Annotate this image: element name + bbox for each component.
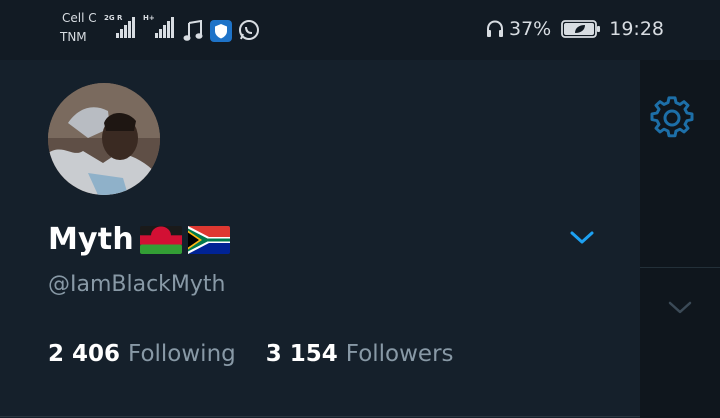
- south-africa-flag: [187, 225, 230, 254]
- network-type-1: 2G R: [104, 14, 123, 22]
- panel-divider: [640, 267, 720, 268]
- shield-app-icon: [210, 20, 232, 42]
- clock: 19:28: [609, 18, 664, 40]
- carrier-info: Cell C TNM: [60, 11, 97, 45]
- chevron-down-icon[interactable]: [666, 298, 694, 316]
- malawi-flag: [139, 225, 182, 254]
- background-panel: [640, 60, 720, 418]
- account-switcher-chevron-icon[interactable]: [566, 225, 598, 249]
- follow-stats: 2 406 Following 3 154 Followers: [48, 341, 454, 367]
- following-count: 2 406: [48, 341, 121, 367]
- status-bar: Cell C TNM 2G R H+ 37% 19:28: [0, 0, 720, 60]
- battery-percent: 37%: [509, 18, 552, 40]
- music-note-icon: [183, 20, 203, 41]
- headphones-icon: [487, 20, 503, 37]
- settings-gear-icon[interactable]: [650, 96, 694, 140]
- whatsapp-icon: [239, 20, 259, 40]
- carrier-name-2: TNM: [60, 30, 87, 44]
- followers-label: Followers: [345, 341, 454, 367]
- profile-drawer: Myth @IamBlackMyth 2 406 Following 3 154 F…: [0, 60, 640, 418]
- followers-link[interactable]: 3 154 Followers: [266, 341, 454, 367]
- signal-icon-2: H+: [143, 14, 175, 38]
- followers-count: 3 154: [265, 341, 338, 367]
- divider: [0, 416, 640, 417]
- following-link[interactable]: 2 406 Following: [48, 341, 236, 367]
- carrier-name-1: Cell C: [62, 11, 97, 25]
- user-handle: @IamBlackMyth: [48, 272, 226, 297]
- signal-icon: 2G R: [104, 14, 136, 38]
- network-type-2: H+: [143, 14, 155, 22]
- name-row: Myth: [48, 222, 230, 257]
- avatar[interactable]: [48, 83, 160, 195]
- battery-icon: [561, 20, 601, 38]
- following-label: Following: [128, 341, 236, 367]
- display-name: Myth: [48, 222, 134, 257]
- status-right: 37% 19:28: [485, 18, 664, 40]
